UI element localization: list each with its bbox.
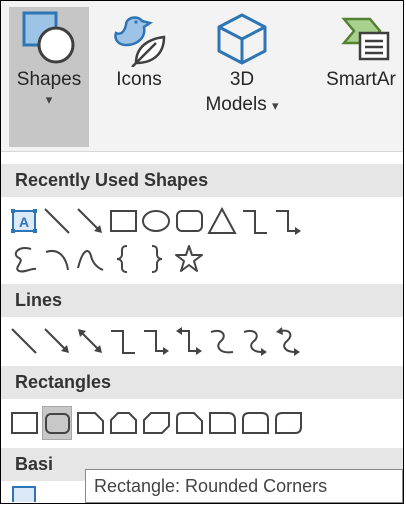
curve-shape[interactable] [75, 242, 105, 276]
section-rectangles: Rectangles [1, 366, 403, 399]
rectangle-shape[interactable] [9, 406, 39, 440]
right-brace-shape[interactable] [141, 242, 171, 276]
recent-shapes-row-1: A [9, 204, 401, 240]
curved-connector-shape[interactable] [207, 324, 237, 358]
elbow-arrow-connector-shape[interactable] [141, 324, 171, 358]
triangle-shape[interactable] [207, 204, 237, 238]
icons-label: Icons [116, 69, 162, 90]
elbow-connector-shape[interactable] [240, 204, 270, 238]
shapes-gallery: Recently Used Shapes A Lines Rectangles … [1, 152, 403, 503]
oval-shape[interactable] [141, 204, 171, 238]
rectangle-round-single-corner-shape[interactable] [207, 406, 237, 440]
rectangle-single-corner-snipped-shape[interactable] [75, 406, 105, 440]
curved-double-arrow-connector-shape[interactable] [273, 324, 303, 358]
line-double-arrow-shape[interactable] [75, 324, 105, 358]
rectangles-row [9, 406, 401, 442]
models-text: Models [205, 94, 267, 115]
rectangle-snip-round-corner-shape[interactable] [174, 406, 204, 440]
text-box-shape[interactable]: A [9, 204, 39, 238]
line-shape[interactable] [9, 324, 39, 358]
insert-illustrations-panel: Shapes ▾ Icons 3D Models ▾ SmartAr Recen… [0, 0, 404, 504]
line-arrow-shape[interactable] [42, 324, 72, 358]
text-box-shape[interactable] [9, 482, 39, 502]
left-brace-shape[interactable] [108, 242, 138, 276]
rectangle-top-corners-snipped-shape[interactable] [108, 406, 138, 440]
svg-text:A: A [19, 214, 29, 230]
chevron-down-icon: ▾ [272, 98, 279, 113]
line-shape[interactable] [42, 204, 72, 238]
3d-label: 3D [229, 69, 255, 90]
section-lines: Lines [1, 284, 403, 317]
smartart-label: SmartAr [326, 69, 396, 90]
smartart-icon [341, 17, 390, 61]
lines-row [9, 324, 401, 360]
rounded-rectangle-shape[interactable] [174, 204, 204, 238]
chevron-down-icon: ▾ [45, 92, 53, 107]
basic-shapes-row-partial [9, 482, 69, 502]
models-label: Models ▾ [201, 92, 283, 118]
shape-tooltip: Rectangle: Rounded Corners [85, 469, 403, 503]
shapes-icon [22, 11, 75, 64]
arrow-line-shape[interactable] [75, 204, 105, 238]
freeform-scribble-shape[interactable] [9, 242, 39, 276]
rectangle-round-diagonal-corners-shape[interactable] [273, 406, 303, 440]
3d-models-button[interactable]: 3D Models ▾ [201, 7, 283, 147]
arc-shape[interactable] [42, 242, 72, 276]
rectangle-round-same-side-corners-shape[interactable] [240, 406, 270, 440]
rectangle-diagonal-corners-snipped-shape[interactable] [141, 406, 171, 440]
shapes-button[interactable]: Shapes ▾ [9, 7, 89, 147]
rectangle-shape[interactable] [108, 204, 138, 238]
smartart-button[interactable]: SmartAr [313, 7, 403, 147]
rectangle-rounded-corners-shape[interactable] [42, 406, 72, 440]
elbow-connector-shape[interactable] [108, 324, 138, 358]
recent-shapes-row-2 [9, 242, 401, 278]
icons-button[interactable]: Icons [107, 7, 171, 147]
shapes-label: Shapes [16, 69, 82, 90]
elbow-double-arrow-connector-shape[interactable] [174, 324, 204, 358]
elbow-arrow-connector-shape[interactable] [273, 204, 303, 238]
star-shape[interactable] [174, 242, 204, 276]
section-recently-used-shapes: Recently Used Shapes [1, 164, 403, 197]
curved-arrow-connector-shape[interactable] [240, 324, 270, 358]
cube-icon [217, 13, 267, 65]
bird-leaf-icon [114, 16, 166, 67]
ribbon-illustrations-group: Shapes ▾ Icons 3D Models ▾ SmartAr [1, 1, 403, 152]
